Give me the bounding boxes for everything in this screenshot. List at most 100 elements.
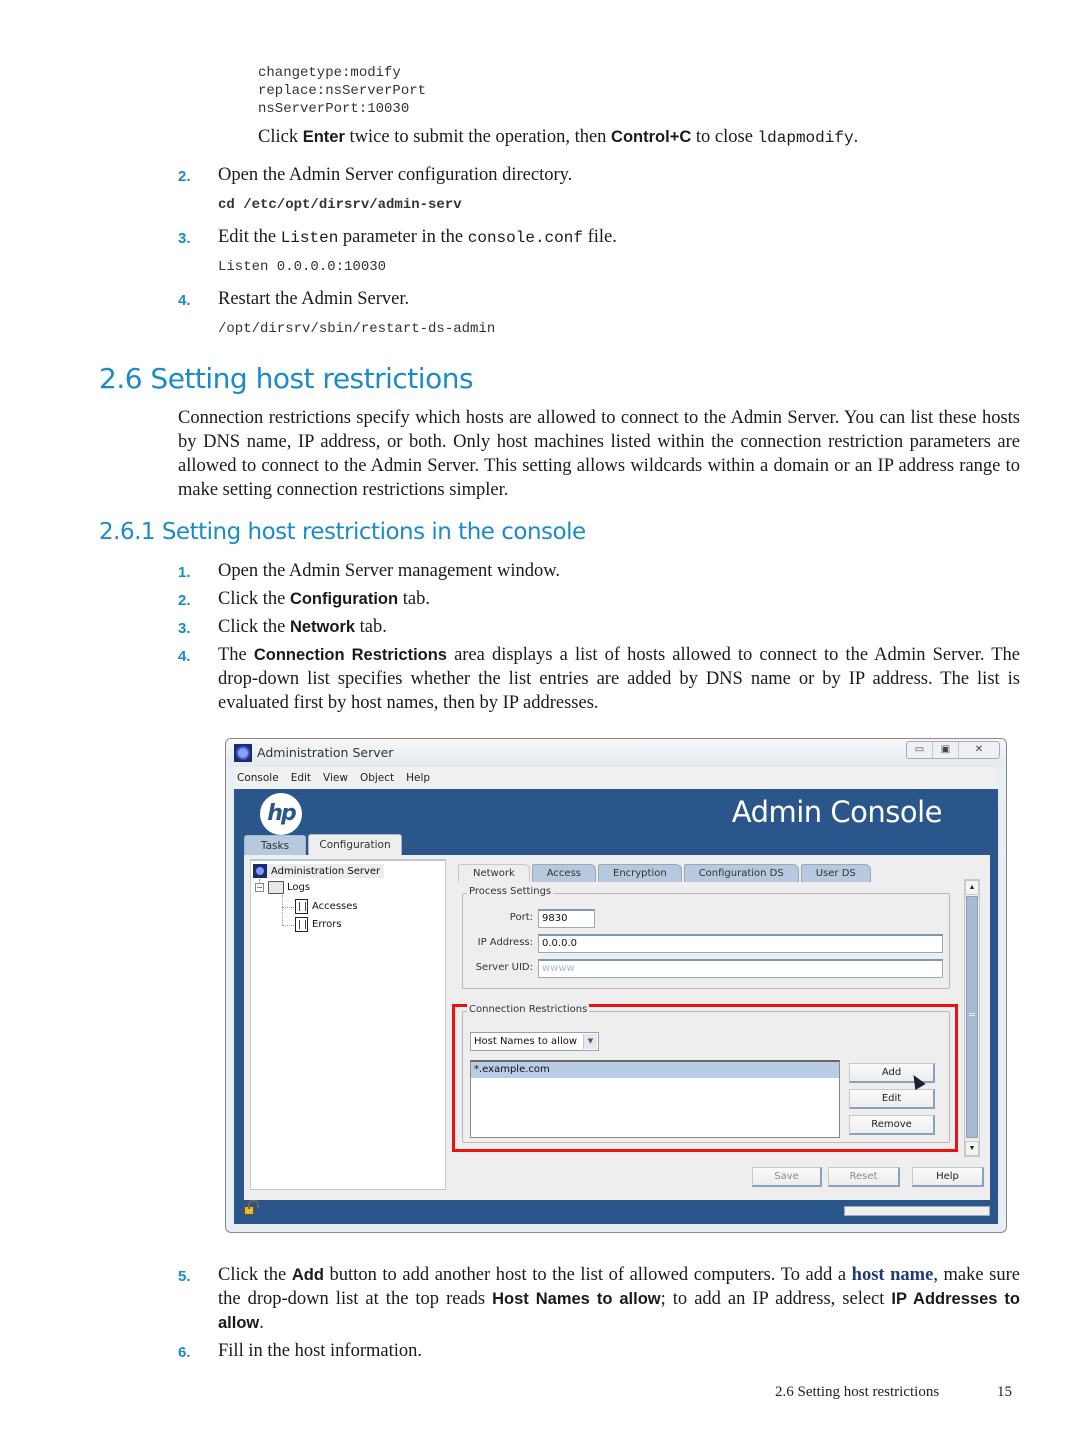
folder-icon — [268, 881, 284, 894]
tree-connector — [282, 925, 294, 926]
window-controls: ▭ ▣ ✕ — [906, 741, 1000, 759]
key-control-c: Control+C — [611, 128, 692, 146]
key-enter: Enter — [302, 128, 345, 146]
restriction-type-dropdown[interactable]: Host Names to allow ▼ — [470, 1032, 599, 1051]
code-line: nsServerPort:10030 — [258, 101, 410, 117]
allowed-hosts-list[interactable]: *.example.com — [470, 1060, 840, 1138]
tab-encryption[interactable]: Encryption — [598, 864, 682, 882]
network-settings-panel: Network Access Encryption Configuration … — [452, 859, 984, 1190]
glossary-link[interactable]: host name — [852, 1265, 934, 1285]
menu-bar: Console Edit View Object Help — [234, 767, 998, 789]
log-file-icon — [295, 917, 308, 932]
step-number: 5. — [178, 1268, 191, 1285]
tree-item-accesses[interactable]: Accesses — [295, 899, 358, 914]
step-text: Click the Add button to add another host… — [218, 1263, 1020, 1335]
tree-label: Administration Server — [271, 865, 381, 877]
ip-address-input[interactable]: 0.0.0.0 — [538, 934, 943, 953]
tree-item-errors[interactable]: Errors — [295, 917, 342, 932]
scroll-grip-icon — [969, 1013, 975, 1016]
code-line: replace:nsServerPort — [258, 83, 427, 99]
tree-connector — [282, 895, 283, 925]
list-item[interactable]: *.example.com — [471, 1062, 839, 1078]
text: ; to add an IP address, select — [660, 1289, 892, 1309]
step-number: 3. — [178, 230, 191, 247]
collapse-icon[interactable]: − — [255, 883, 264, 892]
menu-edit[interactable]: Edit — [291, 772, 311, 784]
tree-connector — [282, 907, 294, 908]
scroll-thumb[interactable] — [966, 896, 978, 1138]
dropdown-value: Host Names to allow — [474, 1036, 578, 1047]
minimize-icon[interactable]: ▭ — [907, 742, 933, 758]
menu-view[interactable]: View — [323, 772, 348, 784]
edit-button[interactable]: Edit — [849, 1089, 935, 1109]
text: file. — [582, 227, 617, 247]
text: The — [218, 645, 254, 665]
section-intro: Connection restrictions specify which ho… — [178, 408, 1020, 500]
port-input[interactable]: 9830 — [538, 909, 595, 928]
remove-button[interactable]: Remove — [849, 1115, 935, 1135]
step-number: 4. — [178, 648, 191, 665]
text: to close — [691, 127, 758, 147]
section-title: 2.6 Setting host restrictions — [99, 362, 474, 395]
step-number: 2. — [178, 168, 191, 185]
step-text: Open the Admin Server management window. — [218, 561, 560, 581]
maximize-icon[interactable]: ▣ — [933, 742, 959, 758]
banner-title: Admin Console — [731, 795, 943, 829]
scroll-up-icon[interactable]: ▲ — [965, 880, 979, 895]
ui-label: Configuration — [289, 590, 399, 608]
tree-label: Accesses — [312, 901, 358, 912]
tab-access[interactable]: Access — [531, 864, 596, 882]
code-line: /opt/dirsrv/sbin/restart-ds-admin — [218, 321, 496, 337]
step-number: 2. — [178, 592, 191, 609]
tree-item-administration-server[interactable]: Administration Server — [253, 864, 385, 878]
step-text: Edit the Listen parameter in the console… — [218, 225, 617, 250]
server-icon — [253, 864, 267, 878]
tree-item-logs[interactable]: − Logs — [255, 881, 310, 894]
server-uid-label: Server UID: — [475, 962, 533, 973]
scroll-down-icon[interactable]: ▼ — [965, 1141, 979, 1156]
menu-object[interactable]: Object — [360, 772, 394, 784]
menu-help[interactable]: Help — [406, 772, 430, 784]
text: Click the — [218, 589, 290, 609]
ui-label: Network — [289, 618, 356, 636]
tree-label: Errors — [312, 919, 342, 930]
text: . — [853, 127, 859, 147]
admin-console-screenshot: Administration Server ▭ ▣ ✕ Console Edit… — [225, 738, 1007, 1233]
ui-label: Add — [291, 1266, 324, 1284]
tab-tasks[interactable]: Tasks — [244, 835, 306, 855]
code-line: cd /etc/opt/dirsrv/admin-serv — [218, 197, 462, 213]
code-line: Listen 0.0.0.0:10030 — [218, 259, 387, 275]
close-icon[interactable]: ✕ — [959, 742, 999, 758]
help-button[interactable]: Help — [912, 1167, 984, 1187]
ip-address-label: IP Address: — [477, 937, 533, 948]
vertical-scrollbar[interactable]: ▲ ▼ — [964, 879, 980, 1157]
tab-configuration-ds[interactable]: Configuration DS — [683, 864, 799, 882]
step-text: Open the Admin Server configuration dire… — [218, 165, 573, 185]
configuration-panel: Administration Server − Logs Accesses Er… — [244, 855, 990, 1200]
text: Click the — [218, 1265, 292, 1285]
text: Click — [258, 127, 303, 147]
tab-configuration[interactable]: Configuration — [308, 834, 402, 856]
tree-label: Logs — [287, 882, 311, 893]
step-text: Click the Network tab. — [218, 615, 387, 639]
reset-button[interactable]: Reset — [828, 1167, 900, 1187]
text: tab. — [355, 617, 387, 637]
step-text: The Connection Restrictions area display… — [218, 643, 1020, 715]
menu-console[interactable]: Console — [237, 772, 279, 784]
save-button[interactable]: Save — [752, 1167, 822, 1187]
step-number: 1. — [178, 564, 191, 581]
app-icon — [234, 744, 252, 762]
server-uid-input[interactable]: wwww — [538, 959, 943, 978]
status-progress — [844, 1206, 990, 1216]
tab-user-ds[interactable]: User DS — [800, 864, 871, 882]
text: tab. — [398, 589, 430, 609]
process-settings-group: Process Settings Port: 9830 IP Address: … — [462, 886, 950, 989]
text: Click the — [218, 617, 290, 637]
command-name: ldapmodify — [757, 129, 854, 147]
step-number: 3. — [178, 620, 191, 637]
console-banner: hp Admin Console Tasks Configuration Adm… — [234, 789, 998, 1224]
page-number: 15 — [997, 1384, 1012, 1400]
group-label: Process Settings — [467, 886, 554, 897]
chevron-down-icon[interactable]: ▼ — [583, 1034, 597, 1049]
tab-network[interactable]: Network — [458, 864, 530, 882]
